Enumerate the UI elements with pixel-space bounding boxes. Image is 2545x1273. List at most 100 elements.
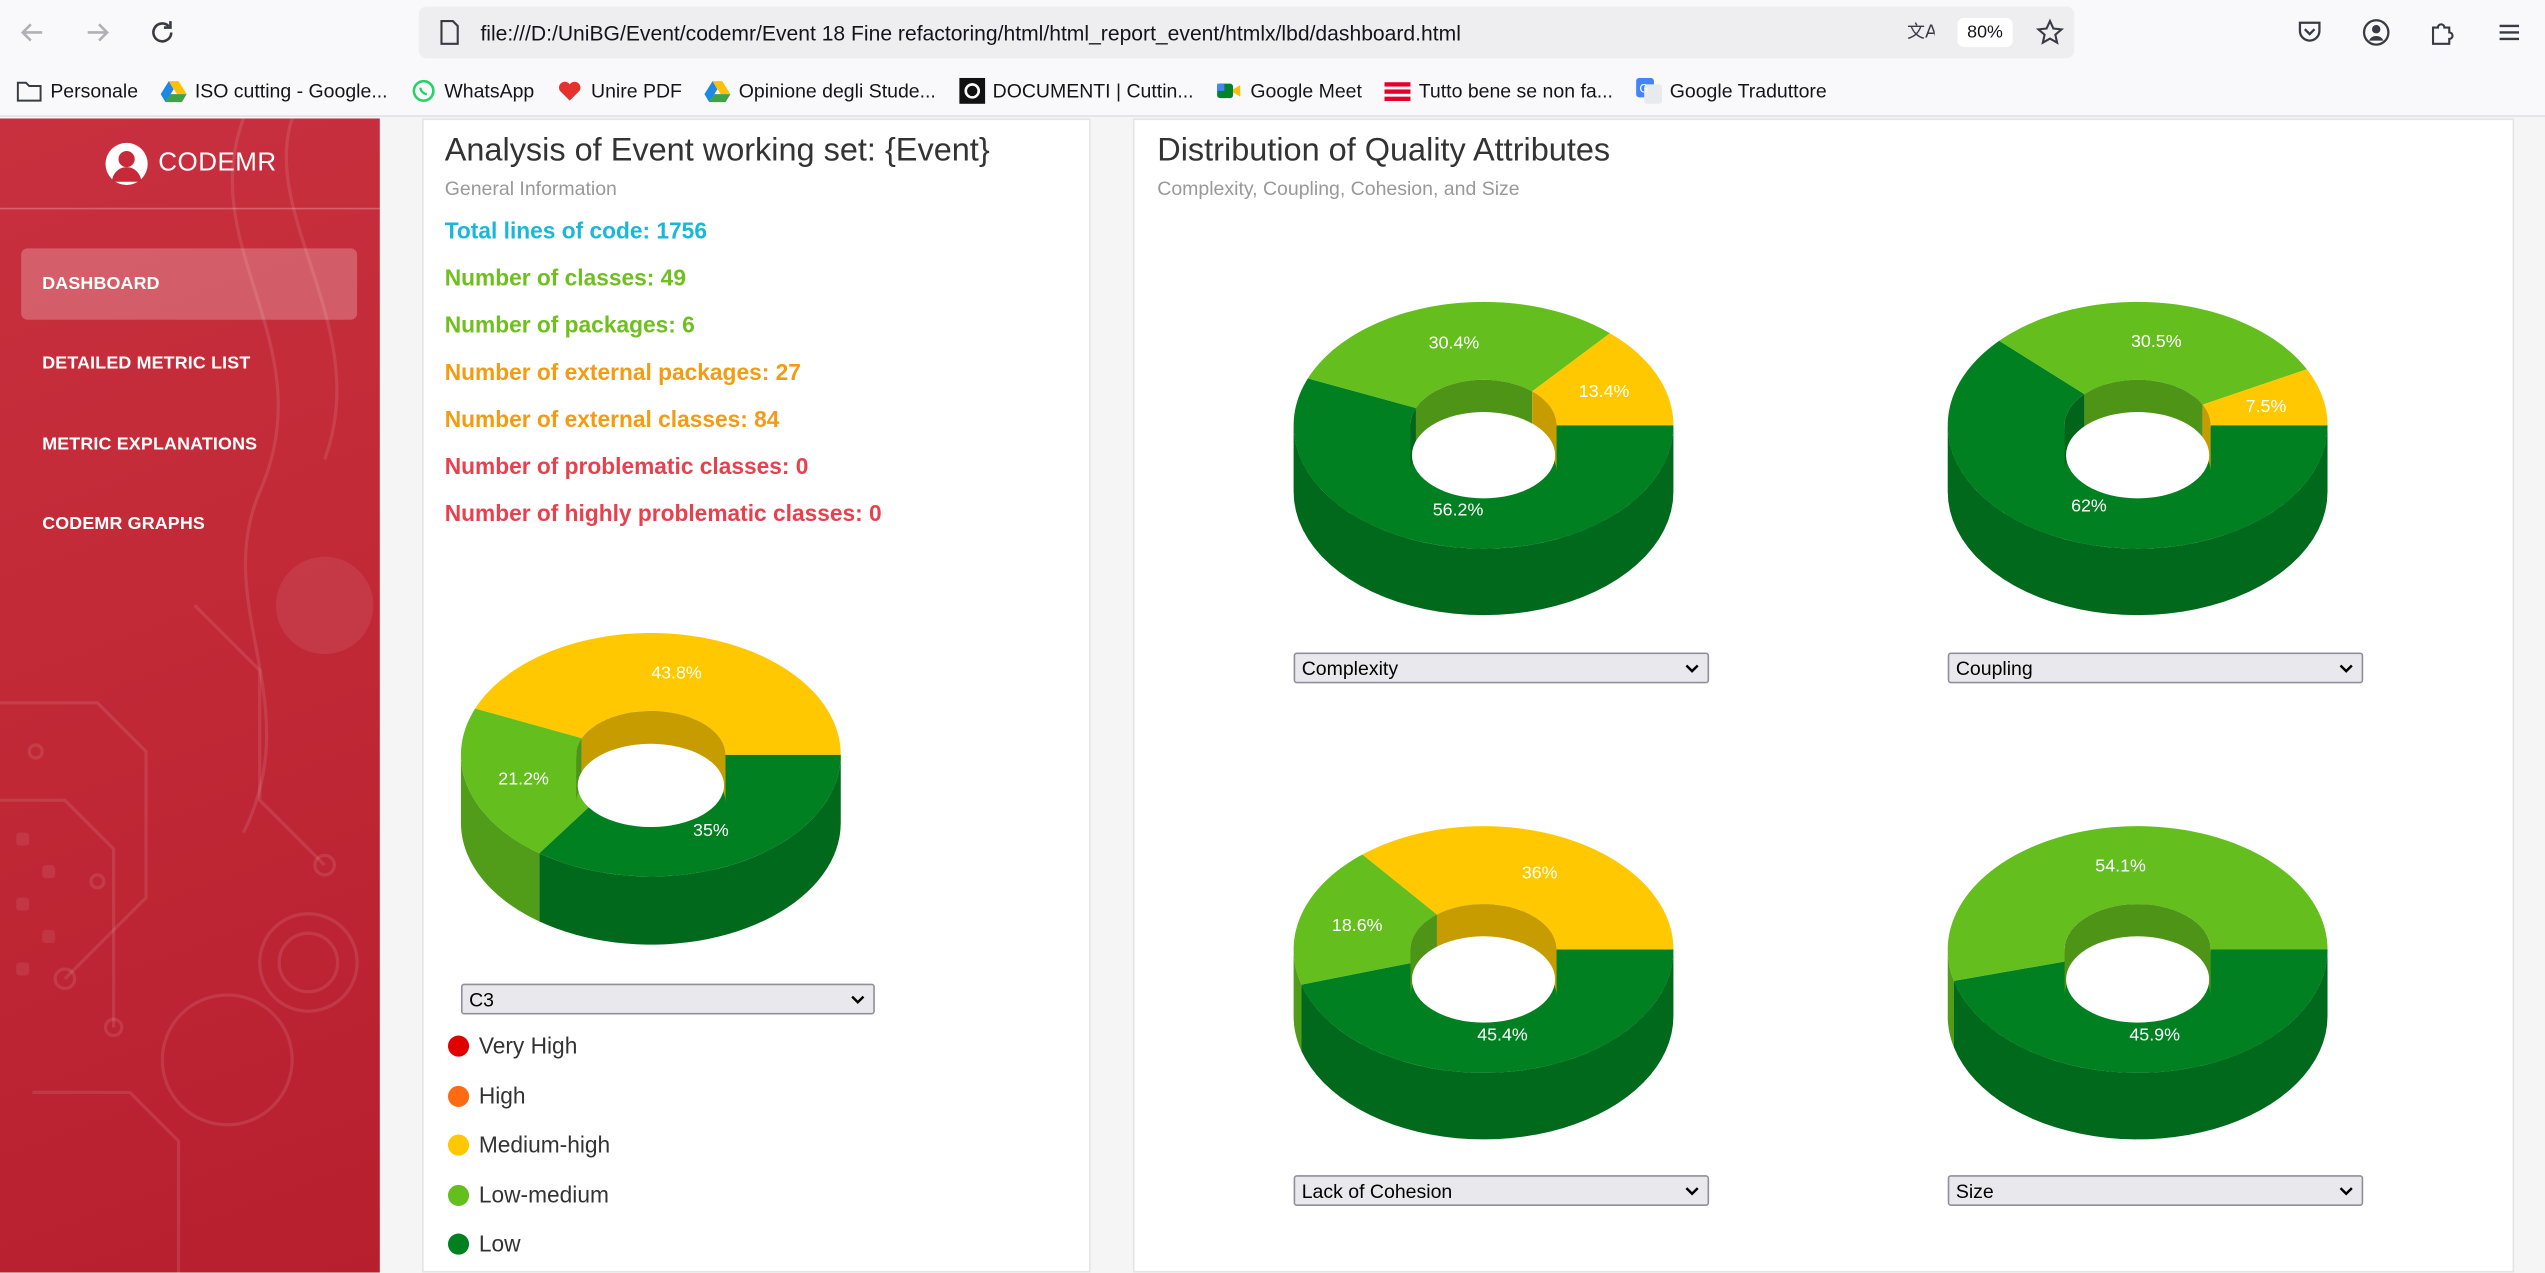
browser-toolbar: file:///D:/UniBG/Event/codemr/Event 18 F… — [0, 0, 2545, 65]
legend-item-medium-high: Medium-high — [447, 1131, 611, 1158]
bookmarks-bar: Personale ISO cutting - Google... WhatsA… — [0, 64, 2545, 117]
info-packages: Number of packages: 6 — [444, 311, 695, 338]
info-external-packages: Number of external packages: 27 — [444, 358, 801, 385]
translate-icon[interactable]: 文A — [1905, 18, 1935, 47]
chevron-down-icon — [851, 995, 865, 1004]
distribution-subtitle: Complexity, Coupling, Cohesion, and Size — [1157, 176, 1520, 200]
metric-select-complexity[interactable]: Complexity — [1293, 652, 1710, 684]
pocket-icon — [2297, 21, 2320, 42]
bookmark-google-meet[interactable]: Google Meet — [1216, 77, 1362, 103]
sidebar-item-detailed-metric-list[interactable]: DETAILED METRIC LIST — [21, 328, 357, 399]
bookmark-tutto-bene[interactable]: Tutto bene se non fa... — [1384, 77, 1613, 103]
bookmark-label: Opinione degli Stude... — [738, 78, 936, 102]
forward-arrow-icon — [87, 23, 109, 42]
google-meet-icon — [1216, 77, 1242, 103]
url-text: file:///D:/UniBG/Event/codemr/Event 18 F… — [480, 20, 1461, 45]
bookmark-label: Tutto bene se non fa... — [1418, 78, 1613, 102]
sidebar-item-dashboard[interactable]: DASHBOARD — [21, 248, 358, 320]
back-button[interactable] — [0, 0, 65, 65]
back-arrow-icon — [20, 23, 43, 42]
sidebar-item-label: DASHBOARD — [42, 274, 160, 294]
account-icon — [2362, 19, 2389, 46]
bookmark-star-icon[interactable] — [2035, 18, 2065, 47]
legend-label: Low — [478, 1230, 521, 1257]
extensions-button[interactable] — [2412, 0, 2472, 65]
legend-dot — [447, 1232, 470, 1254]
legend-dot — [447, 1133, 470, 1155]
sidebar: CODEMR DASHBOARD DETAILED METRIC LIST ME… — [0, 118, 380, 1273]
chevron-down-icon — [2339, 664, 2353, 673]
bookmark-label: Google Meet — [1250, 78, 1362, 102]
bookmark-google-traduttore[interactable]: G Google Traduttore — [1635, 77, 1827, 104]
menu-button[interactable] — [2478, 0, 2538, 65]
bookmark-personale[interactable]: Personale — [16, 77, 138, 103]
legend-item-low-medium: Low-medium — [447, 1181, 609, 1208]
puzzle-icon — [2431, 23, 2453, 45]
documenti-logo-icon — [958, 77, 985, 104]
zoom-level[interactable]: 80% — [1957, 17, 2013, 48]
bookmark-label: DOCUMENTI | Cuttin... — [992, 78, 1194, 102]
metric-select-c3[interactable]: C3 — [460, 983, 875, 1015]
legend-dot — [447, 1034, 470, 1056]
bookmark-iso-cutting[interactable]: ISO cutting - Google... — [160, 77, 388, 103]
bookmark-label: Unire PDF — [591, 78, 682, 102]
hamburger-menu-icon — [2498, 24, 2519, 41]
sidebar-item-metric-explanations[interactable]: METRIC EXPLANATIONS — [21, 409, 357, 480]
chevron-down-icon — [1685, 1187, 1699, 1196]
chevron-down-icon — [1685, 664, 1699, 673]
brand[interactable]: CODEMR — [0, 118, 380, 210]
legend-dot — [447, 1085, 470, 1107]
metric-select-coupling[interactable]: Coupling — [1947, 652, 2364, 684]
legend-label: Medium-high — [478, 1131, 611, 1158]
google-drive-icon — [160, 77, 187, 103]
pocket-button[interactable] — [2279, 0, 2339, 65]
legend-label: High — [478, 1082, 526, 1109]
metric-select-size[interactable]: Size — [1947, 1175, 2364, 1206]
select-value: Lack of Cohesion — [1301, 1179, 1453, 1202]
page-icon — [419, 19, 481, 45]
sidebar-item-label: CODEMR GRAPHS — [42, 514, 206, 534]
svg-text:文A: 文A — [1907, 21, 1935, 42]
legend-item-very-high: Very High — [447, 1032, 578, 1059]
svg-text:G: G — [1639, 81, 1648, 95]
google-translate-icon: G — [1635, 77, 1662, 104]
sidebar-item-label: METRIC EXPLANATIONS — [42, 434, 258, 455]
legend-item-high: High — [447, 1082, 526, 1109]
address-bar[interactable]: file:///D:/UniBG/Event/codemr/Event 18 F… — [418, 6, 2075, 59]
info-total-lines: Total lines of code: 1756 — [444, 217, 707, 244]
bookmark-label: Personale — [50, 78, 139, 102]
bookmark-whatsapp[interactable]: WhatsApp — [410, 77, 534, 103]
forward-button[interactable] — [65, 0, 130, 65]
legend-dot — [447, 1184, 470, 1206]
select-value: Size — [1955, 1179, 1994, 1202]
bookmark-label: ISO cutting - Google... — [194, 78, 388, 102]
select-value: Coupling — [1955, 656, 2033, 680]
heart-pdf-icon — [557, 77, 583, 103]
select-value: Complexity — [1301, 656, 1399, 680]
legend-item-low: Low — [447, 1230, 521, 1257]
analysis-title: Analysis of Event working set: {Event} — [444, 133, 990, 169]
distribution-title: Distribution of Quality Attributes — [1157, 133, 1611, 169]
reload-icon — [152, 21, 173, 43]
whatsapp-icon — [410, 77, 436, 103]
brand-name: CODEMR — [158, 148, 277, 177]
info-problematic-classes: Number of problematic classes: 0 — [444, 452, 809, 479]
metric-select-lack-of-cohesion[interactable]: Lack of Cohesion — [1293, 1175, 1710, 1206]
codemr-logo-icon — [104, 142, 147, 185]
bookmark-label: WhatsApp — [444, 78, 535, 102]
bookmark-unire-pdf[interactable]: Unire PDF — [557, 77, 682, 103]
reload-button[interactable] — [130, 0, 195, 65]
account-button[interactable] — [2345, 0, 2405, 65]
sidebar-item-label: DETAILED METRIC LIST — [42, 353, 251, 374]
bookmark-documenti[interactable]: DOCUMENTI | Cuttin... — [958, 77, 1194, 104]
distribution-card: Distribution of Quality Attributes Compl… — [1132, 118, 2515, 1273]
legend-label: Very High — [478, 1032, 578, 1059]
legend-label: Low-medium — [478, 1181, 609, 1208]
info-classes: Number of classes: 49 — [444, 264, 686, 291]
chevron-down-icon — [2339, 1187, 2353, 1196]
tim-logo-icon — [1384, 77, 1411, 103]
info-highly-problematic-classes: Number of highly problematic classes: 0 — [444, 499, 882, 526]
sidebar-item-codemr-graphs[interactable]: CODEMR GRAPHS — [21, 489, 357, 560]
select-value: C3 — [469, 987, 494, 1011]
bookmark-opinione[interactable]: Opinione degli Stude... — [704, 77, 936, 103]
